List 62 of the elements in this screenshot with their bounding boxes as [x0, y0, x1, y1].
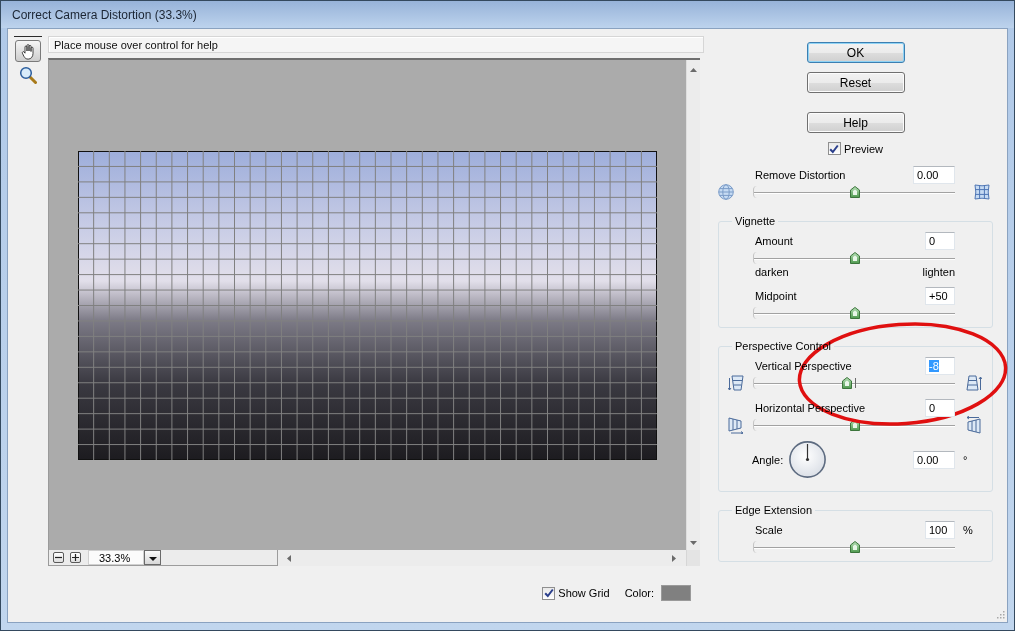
trapezoid-icon	[965, 374, 982, 392]
trapezoid-icon	[728, 374, 744, 392]
checkbox[interactable]	[827, 142, 841, 155]
down-arrow-icon	[690, 541, 697, 545]
slider-thumb[interactable]	[849, 419, 860, 431]
scrollbar-corner	[686, 550, 700, 566]
slider-thumb[interactable]	[849, 541, 860, 553]
zoom-field[interactable]: 33.3%	[88, 550, 144, 565]
slider-label: Scale	[755, 524, 783, 536]
dialog-button[interactable]: Reset	[806, 72, 905, 93]
help-text: Place mouse over control for help	[54, 38, 218, 51]
zoom-in-button[interactable]	[70, 552, 81, 563]
color-swatch[interactable]	[661, 585, 691, 601]
left-arrow-icon	[287, 554, 291, 562]
slider-label: Midpoint	[755, 290, 797, 302]
slider-thumb[interactable]	[849, 307, 860, 319]
dialog-button[interactable]: OK	[806, 42, 905, 63]
window-title: Correct Camera Distortion (33.3%)	[12, 7, 197, 22]
slider-thumb[interactable]	[842, 377, 853, 389]
range-label: darken	[755, 266, 789, 278]
unit-label: %	[963, 524, 973, 536]
value-field[interactable]: 0.00	[913, 166, 955, 184]
checkmark-icon	[543, 588, 554, 598]
group-title: Edge Extension	[734, 504, 814, 517]
search-icon	[19, 66, 37, 84]
hand-icon	[19, 42, 37, 60]
trapezoid-icon	[727, 416, 745, 434]
value-field[interactable]: 0	[925, 232, 955, 250]
help-button[interactable]: Help	[806, 112, 905, 133]
zoom-out-button[interactable]	[53, 552, 64, 563]
unit-label: °	[963, 453, 968, 466]
checkbox[interactable]	[542, 586, 556, 600]
checkbox-label[interactable]: Show Grid	[558, 587, 610, 599]
vertical-scrollbar[interactable]	[686, 60, 700, 550]
slider-thumb[interactable]	[849, 252, 860, 264]
value-field[interactable]: 0	[925, 399, 955, 417]
value-field[interactable]: +50	[925, 287, 955, 305]
right-arrow-icon	[672, 554, 676, 562]
up-arrow-icon	[690, 68, 697, 72]
dropdown-button[interactable]	[144, 550, 161, 565]
slider-thumb[interactable]	[849, 186, 860, 198]
trapezoid-icon	[965, 416, 982, 434]
grid-icon	[974, 184, 990, 200]
angle-dial[interactable]	[789, 441, 827, 478]
value-field[interactable]: 100	[925, 521, 955, 539]
group-title: Vignette	[734, 215, 777, 228]
range-label: lighten	[922, 266, 955, 278]
slider-label: Remove Distortion	[755, 169, 846, 181]
center-tick-icon	[854, 378, 856, 388]
resize-grip-icon[interactable]	[995, 610, 1005, 620]
plus-icon	[72, 554, 79, 561]
angle-label: Angle:	[752, 453, 784, 466]
checkbox-label[interactable]: Preview	[843, 142, 884, 155]
color-label: Color:	[624, 587, 654, 599]
checkmark-icon	[829, 143, 840, 154]
slider-label: Amount	[755, 235, 793, 247]
caret-icon	[148, 557, 157, 561]
minus-icon	[55, 554, 62, 561]
horizontal-scrollbar[interactable]	[278, 550, 686, 566]
hand-tool-button[interactable]	[15, 40, 41, 62]
value-field[interactable]: 0.00	[913, 450, 955, 469]
sphere-grid-icon	[718, 184, 734, 200]
